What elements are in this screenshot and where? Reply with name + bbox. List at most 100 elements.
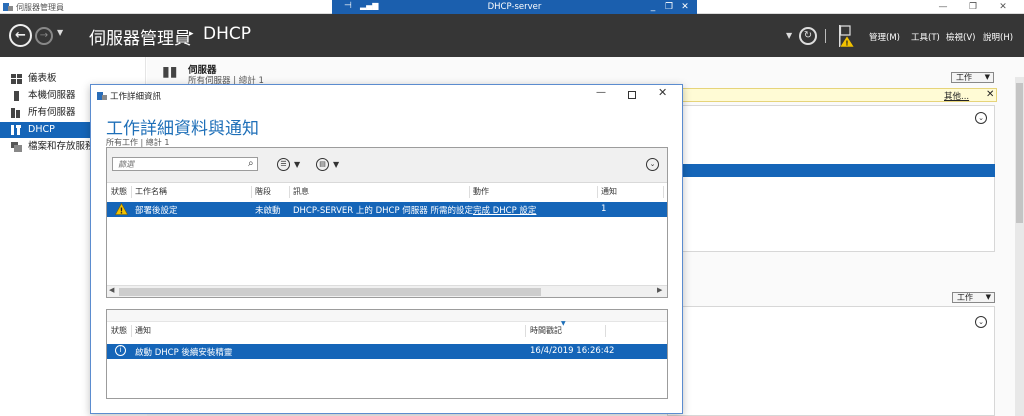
rdp-restore-icon[interactable]: ❐ [661,0,677,14]
svg-text:!: ! [120,207,124,216]
rdp-close-icon[interactable]: ✕ [677,0,693,14]
vertical-scrollbar[interactable] [1015,77,1024,416]
remote-desktop-bar: ⊣ ▂▄▆ DHCP-server _ ❐ ✕ [332,0,697,14]
info-icon: i [115,345,126,356]
local-server-icon [14,91,19,101]
table-row[interactable]: i 啟動 DHCP 後續安裝精靈 16/4/2019 16:26:42 [107,344,667,359]
menu-tools[interactable]: 工具(T) [911,31,940,43]
notifications-table-header: 狀態 通知 時間戳記 ▼ [107,320,667,337]
svg-text:!: ! [845,40,848,48]
menu-help[interactable]: 說明(H) [983,31,1013,43]
expand-icon[interactable]: ⌄ [975,316,987,328]
column-header-status[interactable]: 狀態 [111,186,127,197]
dialog-minimize-icon[interactable]: — [596,87,606,98]
breadcrumb-root[interactable]: 伺服器管理員 [89,24,191,49]
warning-icon: ! [115,203,128,215]
sidebar-item-label: 所有伺服器 [28,107,76,118]
tasks-table-header: 狀態 工作名稱 階段 訊息 動作 通知 [107,186,667,198]
notification-info-bar: 其他... ✕ [667,88,997,102]
scroll-left-icon[interactable]: ◀ [109,286,114,294]
horizontal-scrollbar[interactable]: ◀ ▶ [107,285,667,297]
dialog-title: 工作詳細資訊 [110,92,162,102]
scroll-right-icon[interactable]: ▶ [657,286,662,294]
filter-box[interactable]: ⌕ [112,157,258,171]
task-name-cell: 部署後設定 [135,206,178,216]
close-info-bar-icon[interactable]: ✕ [986,89,994,100]
table-row[interactable]: ! 部署後設定 未啟動 DHCP-SERVER 上的 DHCP 伺服器 所需的設… [107,202,667,217]
task-stage-cell: 未啟動 [255,206,281,216]
column-header-timestamp[interactable]: 時間戳記 [530,325,562,336]
task-details-dialog: 工作詳細資訊 — ✕ 工作詳細資料與通知 所有工作 | 總計 1 ⌕ ☰ ▼ ▤… [90,84,683,414]
column-header-notification[interactable]: 通知 [135,325,151,336]
minimize-icon[interactable]: — [928,0,958,14]
menu-manage[interactable]: 管理(M) [869,31,900,43]
server-manager-app-icon [97,92,107,100]
breadcrumb-current: DHCP [203,24,251,44]
scrollbar-thumb[interactable] [1016,83,1023,223]
column-divider [289,186,290,198]
column-header-action[interactable]: 動作 [473,186,489,197]
list-options-icon[interactable]: ☰ [277,158,290,171]
column-header-stage[interactable]: 階段 [255,186,271,197]
scrollbar-thumb[interactable] [119,288,541,296]
expand-icon[interactable]: ⌄ [646,158,659,171]
events-panel: ⌄ [667,306,995,416]
breadcrumb-separator-icon: ▸ [189,29,194,39]
refresh-icon[interactable]: ↻ [799,27,817,45]
save-query-icon[interactable]: ▤ [316,158,329,171]
dashboard-icon [11,74,22,84]
complete-dhcp-config-link[interactable]: 完成 DHCP 設定 [473,204,536,216]
forward-arrow-icon[interactable]: → [35,27,53,45]
notification-text-cell: 啟動 DHCP 後續安裝精靈 [135,348,233,358]
column-divider [597,186,598,198]
refresh-dropdown-icon[interactable]: ▼ [786,31,792,40]
more-link[interactable]: 其他... [944,90,969,102]
sidebar-item-label: 檔案和存放服務 [28,141,95,152]
back-arrow-icon[interactable]: ← [9,24,32,47]
tasks-dropdown-button-2[interactable]: 工作 ▼ [952,292,995,303]
outer-window-controls: — ❐ ✕ [928,0,1018,14]
rdp-minimize-icon[interactable]: _ [645,0,661,14]
history-dropdown-icon[interactable]: ▼ [57,28,63,37]
menu-view[interactable]: 檢視(V) [946,31,975,43]
servers-tile-icon: ▮▮ [162,64,178,80]
remote-desktop-controls: _ ❐ ✕ [645,0,693,14]
restore-icon[interactable]: ❐ [958,0,988,14]
sort-descending-icon: ▼ [561,320,566,327]
remote-desktop-title: DHCP-server [487,2,542,12]
tasks-dropdown-button[interactable]: 工作 ▼ [951,72,994,83]
dhcp-icon [11,125,21,135]
sidebar-item-label: 儀表板 [28,73,57,84]
dialog-heading: 工作詳細資料與通知 [106,119,259,139]
tasks-panel: ⌕ ☰ ▼ ▤ ▼ ⌄ 狀態 工作名稱 階段 訊息 動作 通知 ! [106,147,668,298]
column-divider [605,325,606,337]
dialog-maximize-icon[interactable] [628,91,636,99]
column-divider [525,325,526,337]
notifications-toolbar [107,310,667,322]
task-notifications-cell: 1 [601,204,607,214]
column-divider [251,186,252,198]
search-icon[interactable]: ⌕ [248,158,254,169]
chevron-down-icon[interactable]: ▼ [294,160,300,169]
chevron-down-icon[interactable]: ▼ [333,160,339,169]
column-divider [663,186,664,198]
dialog-close-icon[interactable]: ✕ [658,86,667,99]
server-manager-app-icon [3,3,13,11]
column-header-task-name[interactable]: 工作名稱 [135,186,167,197]
task-message-cell: DHCP-SERVER 上的 DHCP 伺服器 所需的設定 [293,206,473,216]
column-header-status[interactable]: 狀態 [111,325,127,336]
notification-timestamp-cell: 16/4/2019 16:26:42 [530,346,615,356]
sidebar-item-label: DHCP [28,124,55,135]
column-header-notifications[interactable]: 通知 [601,186,617,197]
close-icon[interactable]: ✕ [988,0,1018,14]
selected-server-row[interactable] [681,164,995,177]
filter-input[interactable] [113,158,241,170]
sidebar-item-label: 本機伺服器 [28,90,76,101]
column-divider [131,325,132,337]
column-divider [131,186,132,198]
tasks-label: 工作 [957,293,973,302]
chevron-down-icon: ▼ [985,293,991,301]
column-header-message[interactable]: 訊息 [293,186,309,197]
notifications-flag-icon[interactable]: ! [838,24,860,48]
expand-icon[interactable]: ⌄ [975,112,987,124]
